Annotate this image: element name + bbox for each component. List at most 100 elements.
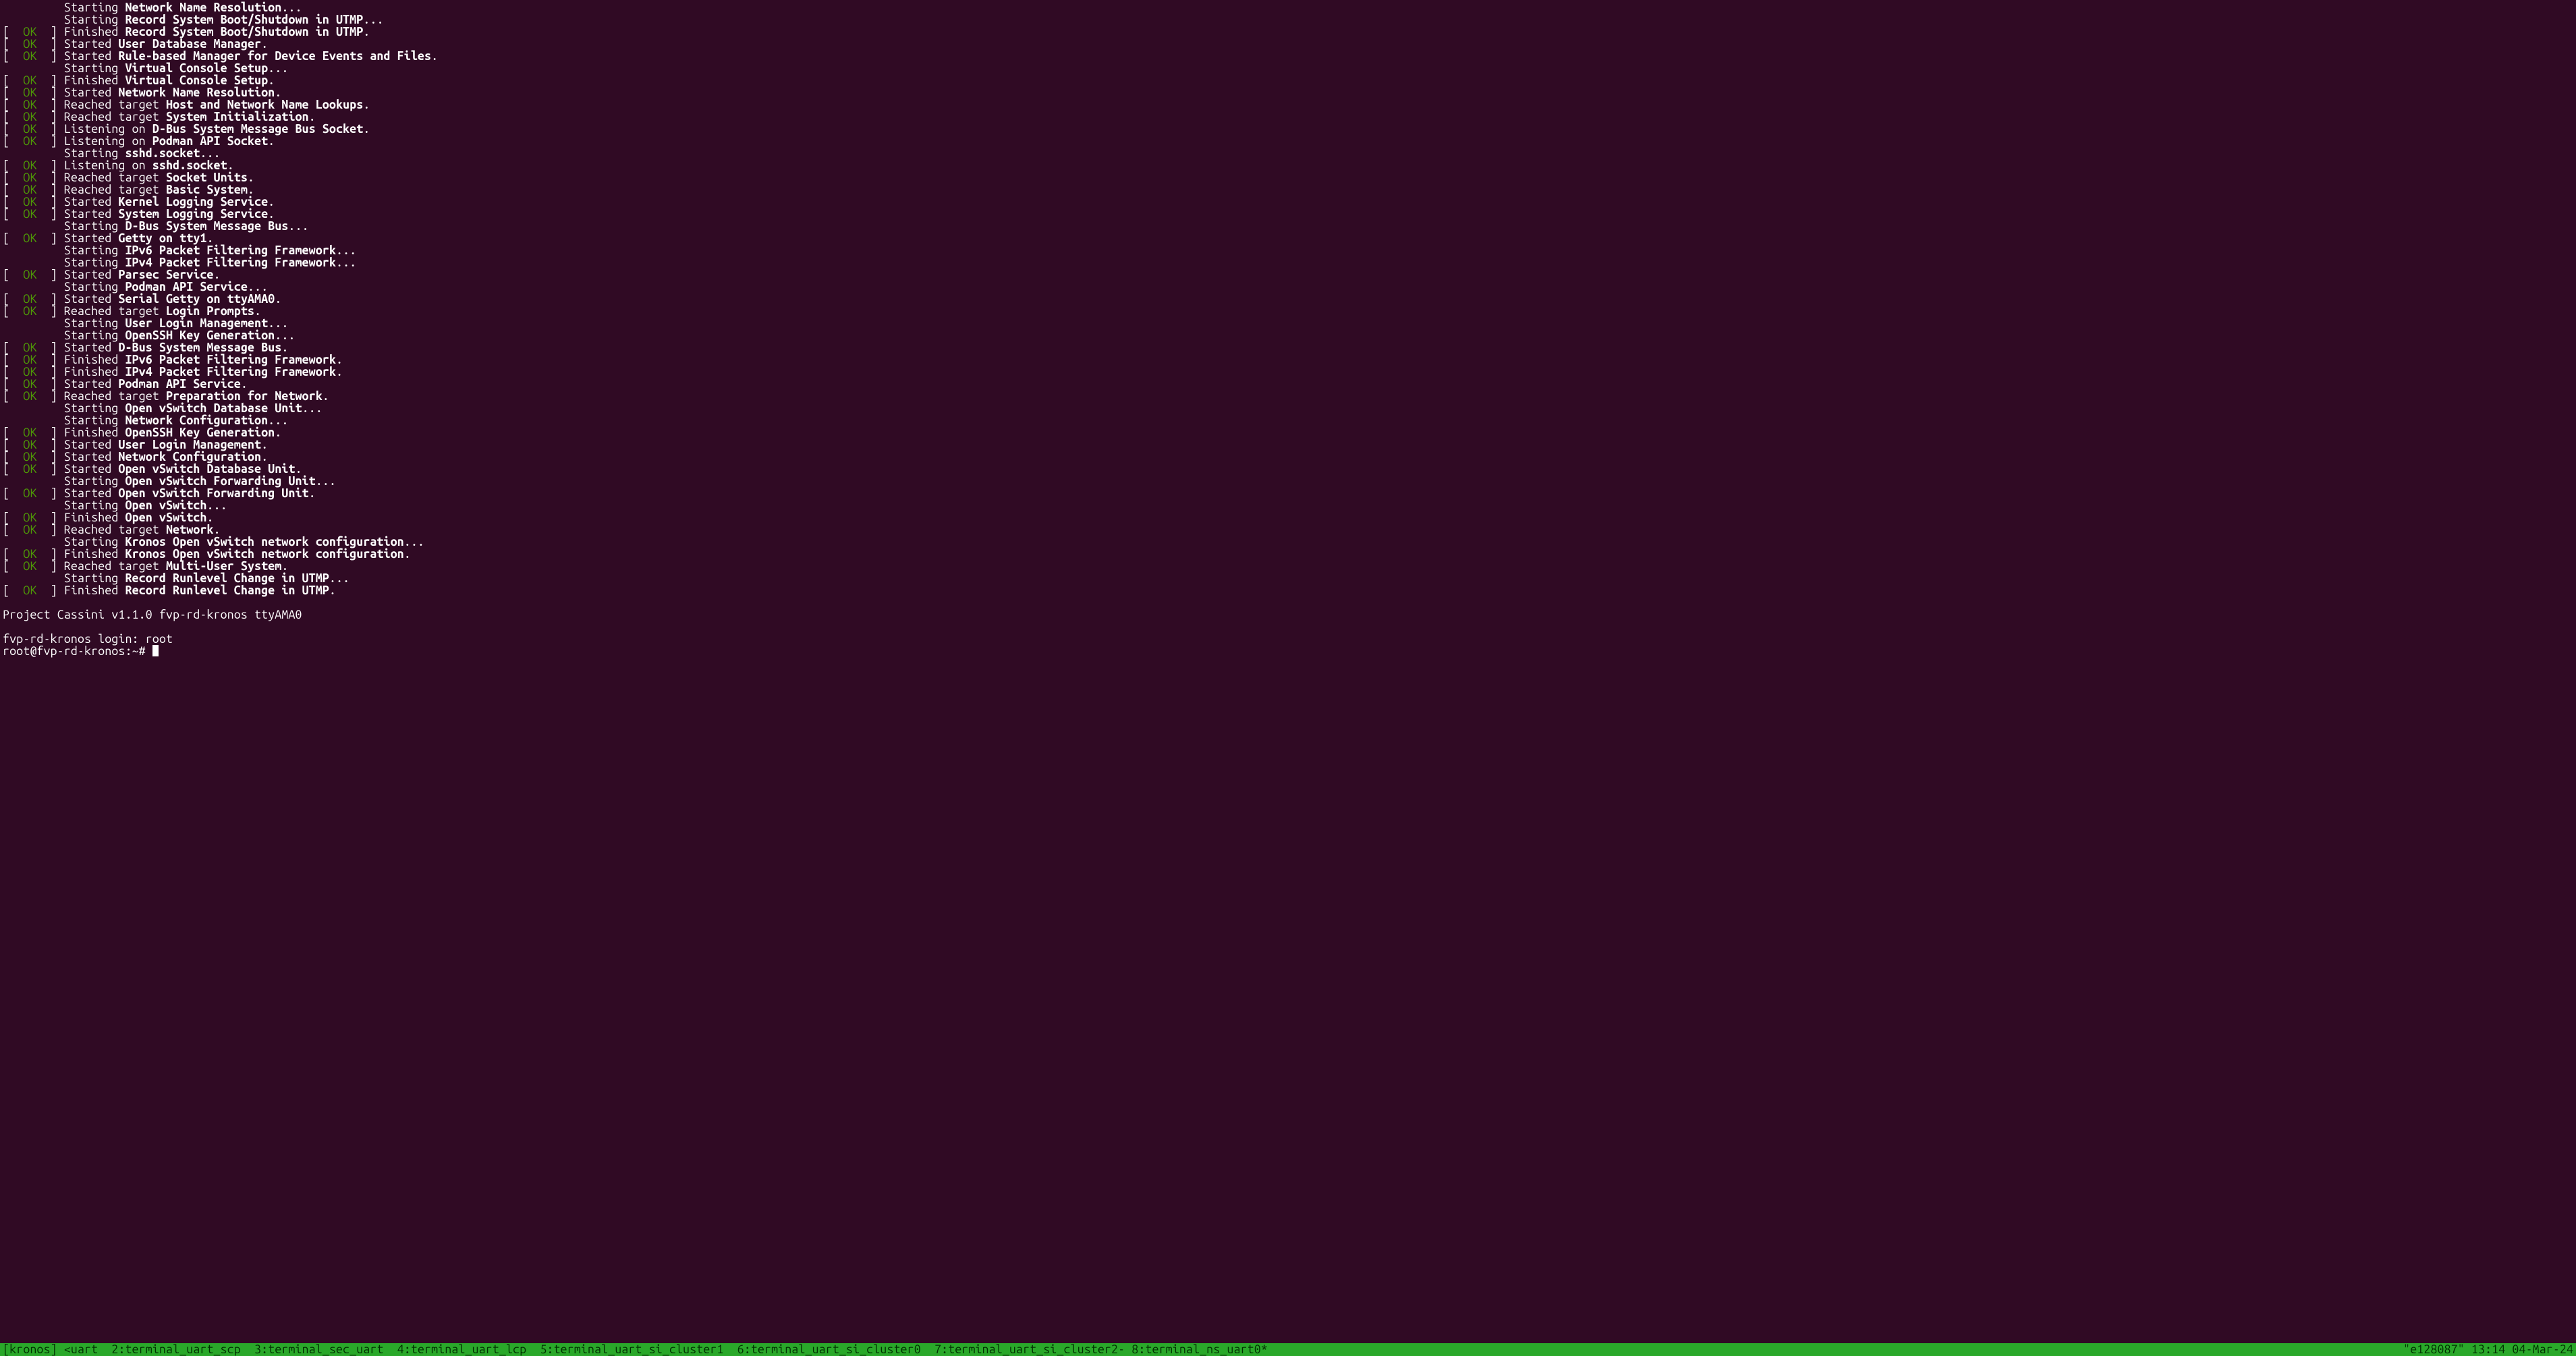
boot-log-unit: Record Runlevel Change in UTMP: [125, 584, 329, 597]
boot-log-unit: Preparation for Network: [166, 389, 323, 403]
boot-log-unit: Virtual Console Setup: [125, 61, 268, 75]
boot-log-unit: Serial Getty on ttyAMA0: [118, 292, 275, 306]
terminal-screen[interactable]: Starting Network Name Resolution... Star…: [0, 0, 2576, 1356]
boot-log-unit: IPv6 Packet Filtering Framework: [125, 244, 335, 257]
boot-log-line: Starting Open vSwitch Forwarding Unit...: [3, 475, 2573, 487]
boot-log-unit: User Login Management: [125, 316, 268, 330]
boot-log-line: [ OK ] Listening on D-Bus System Message…: [3, 123, 2573, 135]
status-ok: OK: [23, 377, 36, 391]
boot-log-unit: User Database Manager: [118, 37, 261, 51]
boot-log-line: [ OK ] Finished IPv4 Packet Filtering Fr…: [3, 366, 2573, 378]
boot-log-line: Starting sshd.socket...: [3, 147, 2573, 159]
boot-log-line: [ OK ] Listening on sshd.socket.: [3, 159, 2573, 171]
boot-log-unit: Open vSwitch Database Unit: [125, 401, 302, 415]
status-right: "e128087" 13:14 04-Mar-24: [2403, 1343, 2573, 1356]
status-ok: OK: [23, 547, 36, 561]
boot-log-unit: Podman API Socket: [152, 134, 268, 148]
boot-log-line: [ OK ] Started User Login Management.: [3, 439, 2573, 451]
boot-log-line: [ OK ] Started Open vSwitch Forwarding U…: [3, 487, 2573, 499]
status-left[interactable]: [kronos] <uart 2:terminal_uart_scp 3:ter…: [3, 1343, 1268, 1356]
boot-log-unit: IPv6 Packet Filtering Framework: [125, 353, 335, 366]
boot-log-line: [ OK ] Finished OpenSSH Key Generation.: [3, 426, 2573, 439]
boot-log-line: [ OK ] Started Podman API Service.: [3, 378, 2573, 390]
boot-log-unit: Kronos Open vSwitch network configuratio…: [125, 535, 403, 548]
status-ok: OK: [23, 486, 36, 500]
boot-log-line: [ OK ] Reached target Network.: [3, 524, 2573, 536]
boot-log-line: [ OK ] Finished IPv6 Packet Filtering Fr…: [3, 354, 2573, 366]
boot-log-line: Starting User Login Management...: [3, 317, 2573, 329]
status-ok: OK: [23, 231, 36, 245]
status-ok: OK: [23, 37, 36, 51]
boot-log-line: [ OK ] Started Open vSwitch Database Uni…: [3, 463, 2573, 475]
boot-log-unit: Open vSwitch Forwarding Unit: [118, 486, 308, 500]
status-ok: OK: [23, 341, 36, 354]
status-ok: OK: [23, 171, 36, 184]
boot-log-unit: D-Bus System Message Bus Socket: [152, 122, 363, 136]
boot-log-line: Starting IPv4 Packet Filtering Framework…: [3, 256, 2573, 269]
boot-log-unit: Open vSwitch Database Unit: [118, 462, 295, 476]
boot-log-unit: Podman API Service: [125, 280, 247, 293]
boot-log-unit: IPv4 Packet Filtering Framework: [125, 256, 335, 269]
boot-log-unit: Network Name Resolution: [125, 1, 281, 14]
boot-log-unit: Record System Boot/Shutdown in UTMP: [125, 25, 363, 38]
status-ok: OK: [23, 511, 36, 524]
boot-log-line: [ OK ] Reached target Host and Network N…: [3, 98, 2573, 111]
boot-log-line: [ OK ] Reached target Socket Units.: [3, 171, 2573, 183]
status-ok: OK: [23, 110, 36, 123]
boot-log-unit: Record System Boot/Shutdown in UTMP: [125, 13, 363, 26]
boot-log-line: Starting Record System Boot/Shutdown in …: [3, 13, 2573, 26]
status-ok: OK: [23, 159, 36, 172]
boot-log-unit: System Initialization: [166, 110, 309, 123]
boot-log-unit: Parsec Service: [118, 268, 213, 281]
status-ok: OK: [23, 98, 36, 111]
status-ok: OK: [23, 523, 36, 536]
boot-log-line: [ OK ] Finished Record System Boot/Shutd…: [3, 26, 2573, 38]
status-ok: OK: [23, 462, 36, 476]
boot-log-line: [ OK ] Finished Record Runlevel Change i…: [3, 584, 2573, 596]
boot-log-unit: Open vSwitch Forwarding Unit: [125, 474, 315, 488]
status-ok: OK: [23, 292, 36, 306]
boot-log-line: Starting Network Configuration...: [3, 414, 2573, 426]
boot-log-line: Starting Podman API Service...: [3, 281, 2573, 293]
boot-log-unit: User Login Management: [118, 438, 261, 451]
boot-log-unit: Getty on tty1: [118, 231, 206, 245]
boot-log-line: [ OK ] Started User Database Manager.: [3, 38, 2573, 50]
boot-log-unit: Socket Units: [166, 171, 248, 184]
status-ok: OK: [23, 207, 36, 221]
status-ok: OK: [23, 389, 36, 403]
boot-log-unit: D-Bus System Message Bus: [125, 219, 288, 233]
boot-log-unit: Multi-User System: [166, 559, 281, 573]
boot-log-unit: Rule-based Manager for Device Events and…: [118, 49, 431, 63]
boot-log-line: Starting Record Runlevel Change in UTMP.…: [3, 572, 2573, 584]
boot-log-line: [ OK ] Started Getty on tty1.: [3, 232, 2573, 244]
shell-prompt[interactable]: root@fvp-rd-kronos:~#: [3, 645, 2573, 657]
boot-log-line: Starting Open vSwitch...: [3, 499, 2573, 511]
boot-log-unit: sshd.socket: [152, 159, 227, 172]
boot-log-line: [ OK ] Started System Logging Service.: [3, 208, 2573, 220]
status-ok: OK: [23, 49, 36, 63]
status-ok: OK: [23, 134, 36, 148]
boot-log-line: [ OK ] Started Network Name Resolution.: [3, 86, 2573, 98]
boot-log-unit: OpenSSH Key Generation: [125, 426, 275, 439]
boot-log-line: [ OK ] Listening on Podman API Socket.: [3, 135, 2573, 147]
status-ok: OK: [23, 122, 36, 136]
tmux-status-bar[interactable]: [kronos] <uart 2:terminal_uart_scp 3:ter…: [0, 1343, 2576, 1356]
status-ok: OK: [23, 195, 36, 208]
status-ok: OK: [23, 86, 36, 99]
status-ok: OK: [23, 353, 36, 366]
boot-log-line: Starting Network Name Resolution...: [3, 1, 2573, 13]
terminal-output: Starting Network Name Resolution... Star…: [0, 0, 2576, 657]
boot-log-unit: Host and Network Name Lookups: [166, 98, 363, 111]
boot-log-unit: D-Bus System Message Bus: [118, 341, 281, 354]
boot-log-line: [ OK ] Started Kernel Logging Service.: [3, 196, 2573, 208]
terminal-empty-space[interactable]: [0, 657, 2576, 1343]
boot-log-line: Starting Virtual Console Setup...: [3, 62, 2573, 74]
boot-log-line: [ OK ] Reached target Multi-User System.: [3, 560, 2573, 572]
status-ok: OK: [23, 450, 36, 463]
status-ok: OK: [23, 365, 36, 378]
boot-log-unit: Open vSwitch: [125, 499, 206, 512]
login-line: fvp-rd-kronos login: root: [3, 633, 2573, 645]
status-ok: OK: [23, 304, 36, 318]
boot-log-unit: Basic System: [166, 183, 248, 196]
boot-log-line: Starting Open vSwitch Database Unit...: [3, 402, 2573, 414]
